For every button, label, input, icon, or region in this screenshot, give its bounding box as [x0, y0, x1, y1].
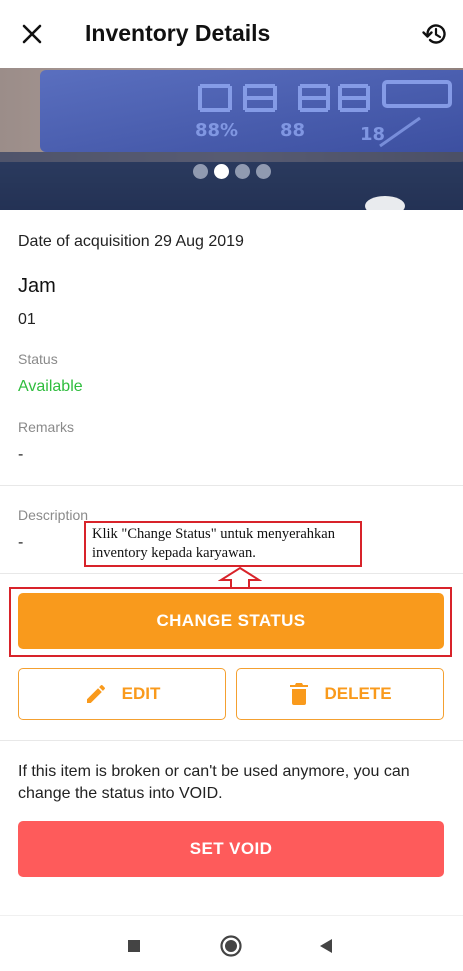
void-info-text: If this item is broken or can't be used …	[18, 763, 410, 802]
triangle-back-icon	[320, 939, 332, 953]
carousel-dot[interactable]	[234, 164, 250, 179]
edit-button[interactable]: EDIT	[18, 668, 226, 720]
delete-button[interactable]: DELETE	[236, 668, 444, 720]
remarks-value: -	[18, 446, 24, 463]
item-photo: 88% 88 18	[0, 68, 463, 210]
trash-icon	[290, 683, 309, 705]
history-icon	[422, 24, 446, 44]
history-button[interactable]	[417, 16, 453, 52]
description-value: -	[18, 534, 24, 551]
svg-text:18: 18	[360, 124, 385, 145]
status-label: Status	[18, 351, 58, 367]
back-button[interactable]	[312, 932, 340, 960]
divider	[0, 740, 463, 741]
tutorial-annotation: Klik "Change Status" untuk menyerahkan i…	[84, 521, 362, 567]
home-button[interactable]	[217, 932, 245, 960]
divider	[0, 485, 463, 486]
set-void-button[interactable]: SET VOID	[18, 821, 444, 877]
item-code: 01	[18, 311, 36, 328]
carousel-dots	[0, 164, 463, 179]
carousel-dot[interactable]	[192, 164, 208, 179]
status-value: Available	[18, 378, 83, 395]
close-icon	[22, 24, 42, 44]
carousel-dot-active[interactable]	[213, 164, 229, 179]
acquisition-date: Date of acquisition 29 Aug 2019	[18, 233, 244, 250]
remarks-label: Remarks	[18, 419, 75, 435]
change-status-button[interactable]: CHANGE STATUS	[18, 593, 444, 649]
page-title: Inventory Details	[85, 20, 271, 46]
system-navigation-bar	[0, 915, 463, 971]
item-photo-carousel[interactable]: 88% 88 18	[0, 68, 463, 210]
circle-icon	[220, 935, 242, 957]
edit-label: EDIT	[121, 684, 161, 703]
svg-text:88%: 88%	[195, 120, 238, 141]
description-label: Description	[18, 507, 89, 523]
item-name: Jam	[18, 275, 56, 297]
svg-text:88: 88	[280, 120, 305, 141]
app-bar: Inventory Details	[0, 0, 463, 68]
delete-label: DELETE	[324, 684, 392, 703]
recents-button[interactable]	[120, 932, 148, 960]
close-button[interactable]	[14, 16, 50, 52]
carousel-dot[interactable]	[255, 164, 271, 179]
square-icon	[128, 940, 140, 952]
pencil-icon	[86, 685, 105, 703]
